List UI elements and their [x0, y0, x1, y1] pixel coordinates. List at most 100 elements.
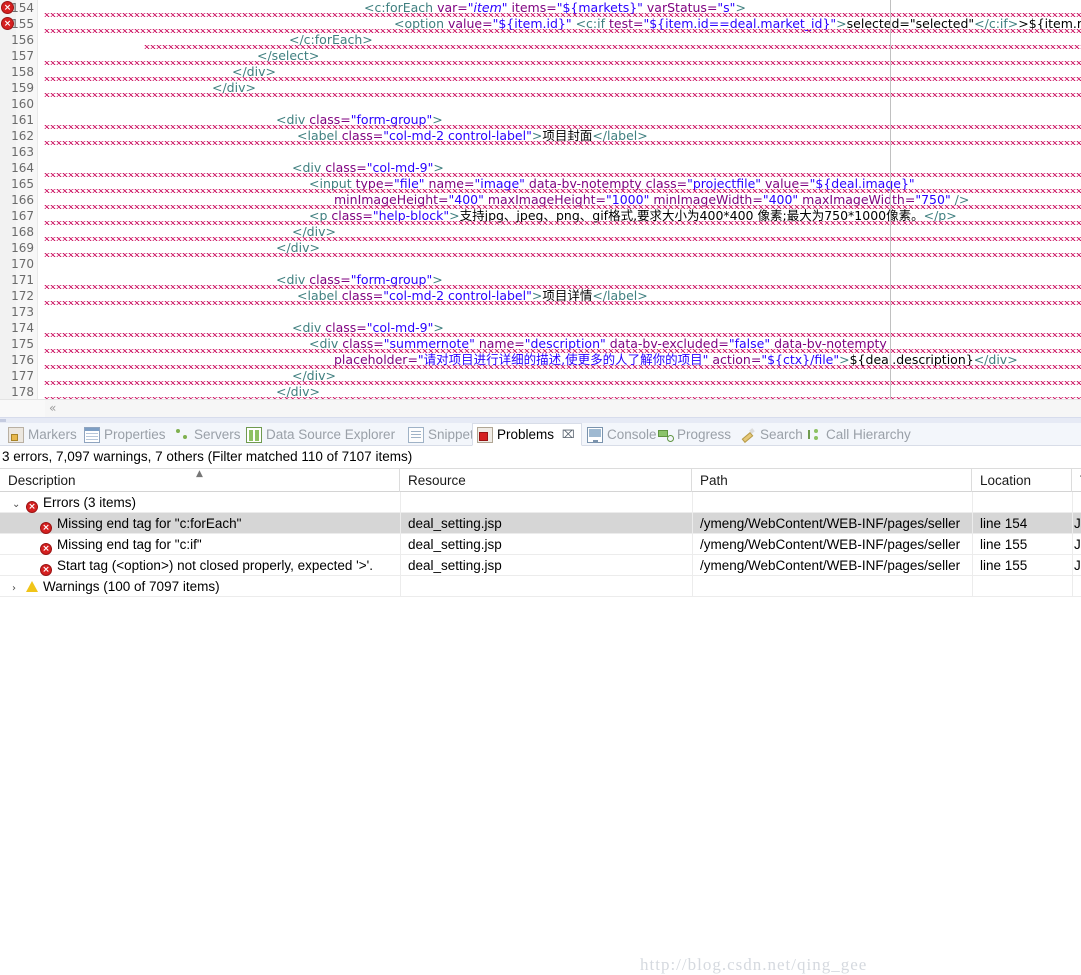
line-number: 178	[11, 385, 34, 399]
column-divider	[972, 492, 973, 513]
code-line[interactable]: × 154 <c:forEach var="item" items="${marke…	[0, 0, 1081, 17]
cell-type[interactable]	[1072, 576, 1081, 597]
cell-location[interactable]	[972, 492, 1072, 513]
code-lines[interactable]: × 154 <c:forEach var="item" items="${marke…	[0, 0, 1081, 399]
table-row[interactable]: × Missing end tag for "c:forEach" deal_set…	[0, 513, 1081, 534]
problems-table-header[interactable]: ▲ DescriptionResourcePathLocationTy	[0, 468, 1081, 492]
code-line[interactable]: 157 </select>	[0, 48, 1081, 65]
tab-problems[interactable]: Problems ⌧	[472, 423, 582, 446]
table-row[interactable]: × Start tag (<option>) not closed properl…	[0, 555, 1081, 576]
code-line[interactable]: 178 </div>	[0, 384, 1081, 399]
line-number: 173	[11, 305, 34, 319]
tab-servers[interactable]: Servers	[170, 423, 247, 446]
cell-description[interactable]: × Missing end tag for "c:forEach"	[0, 513, 400, 534]
code-line[interactable]: 172 <label class="col-md-2 control-label"…	[0, 288, 1081, 305]
line-number: 177	[11, 369, 34, 383]
cell-resource[interactable]: deal_setting.jsp	[400, 534, 692, 555]
code-line[interactable]: 175 <div class="summernote" name="descrip…	[0, 336, 1081, 353]
cell-resource[interactable]	[400, 576, 692, 597]
error-icon: ×	[40, 564, 52, 576]
cell-location[interactable]	[972, 576, 1072, 597]
expand-twisty-icon[interactable]: ›	[12, 578, 26, 597]
cell-description[interactable]: × Missing end tag for "c:if"	[0, 534, 400, 555]
tab-properties[interactable]: Properties	[80, 423, 172, 446]
tab-label: Data Source Explorer	[266, 427, 396, 442]
code-line[interactable]: 165 <input type="file" name="image" data-…	[0, 176, 1081, 193]
code-line[interactable]: 173	[0, 304, 1081, 320]
cell-description[interactable]: › Warnings (100 of 7097 items)	[0, 576, 400, 597]
cell-type[interactable]	[1072, 492, 1081, 513]
warning-icon	[26, 581, 38, 592]
markers-icon	[8, 426, 24, 443]
close-icon[interactable]: ⌧	[562, 423, 575, 446]
expand-twisty-icon[interactable]: ⌄	[12, 494, 26, 513]
code-line[interactable]: 160	[0, 96, 1081, 112]
cell-path[interactable]: /ymeng/WebContent/WEB-INF/pages/seller	[692, 555, 972, 576]
tab-progress[interactable]: Progress	[653, 423, 737, 446]
code-line[interactable]: 177 </div>	[0, 368, 1081, 385]
cell-path[interactable]	[692, 576, 972, 597]
code-line[interactable]: 161 <div class="form-group">	[0, 112, 1081, 129]
line-number: 171	[11, 273, 34, 287]
table-row[interactable]: › Warnings (100 of 7097 items)	[0, 576, 1081, 597]
cell-resource[interactable]	[400, 492, 692, 513]
cell-type[interactable]: JS	[1072, 555, 1081, 576]
code-line[interactable]: 169 </div>	[0, 240, 1081, 257]
cell-location[interactable]: line 154	[972, 513, 1072, 534]
tab-label: Markers	[28, 427, 77, 442]
code-line[interactable]: 162 <label class="col-md-2 control-label"…	[0, 128, 1081, 145]
column-divider	[1072, 555, 1073, 576]
code-line[interactable]: 174 <div class="col-md-9">	[0, 320, 1081, 337]
cell-type[interactable]: JS	[1072, 534, 1081, 555]
tab-data-source-explorer[interactable]: Data Source Explorer	[242, 423, 401, 446]
code-line[interactable]: 158 </div>	[0, 64, 1081, 81]
table-row[interactable]: × Missing end tag for "c:if" deal_setting.…	[0, 534, 1081, 555]
cell-path[interactable]: /ymeng/WebContent/WEB-INF/pages/seller	[692, 513, 972, 534]
code-line[interactable]: 170	[0, 256, 1081, 272]
cell-description[interactable]: ⌄ × Errors (3 items)	[0, 492, 400, 513]
code-line[interactable]: 176 placeholder="请对项目进行详细的描述,使更多的人了解你的项目"…	[0, 352, 1081, 369]
sash-grip[interactable]	[0, 419, 6, 422]
column-header-ty[interactable]: Ty	[1072, 469, 1081, 492]
tab-call-hierarchy[interactable]: Call Hierarchy	[802, 423, 917, 446]
code-line[interactable]: 171 <div class="form-group">	[0, 272, 1081, 289]
code-line[interactable]: 167 <p class="help-block">支持jpg、jpeg、png、…	[0, 208, 1081, 225]
call-hierarchy-icon	[806, 427, 822, 443]
cell-location[interactable]: line 155	[972, 534, 1072, 555]
column-divider	[692, 576, 693, 597]
tab-label: Call Hierarchy	[826, 427, 911, 442]
error-icon: ×	[26, 501, 38, 513]
line-number: 154	[11, 1, 34, 15]
cell-description[interactable]: × Start tag (<option>) not closed properl…	[0, 555, 400, 576]
problems-table-body[interactable]: ⌄ × Errors (3 items) × Missing end tag for "…	[0, 492, 1081, 597]
code-line[interactable]: × 155 <option value="${item.id}" <c:if tes…	[0, 16, 1081, 33]
cell-resource[interactable]: deal_setting.jsp	[400, 555, 692, 576]
tab-search[interactable]: Search	[736, 423, 809, 446]
table-row[interactable]: ⌄ × Errors (3 items)	[0, 492, 1081, 513]
cell-path[interactable]: /ymeng/WebContent/WEB-INF/pages/seller	[692, 534, 972, 555]
column-divider	[400, 555, 401, 576]
cell-resource[interactable]: deal_setting.jsp	[400, 513, 692, 534]
code-line[interactable]: 159 </div>	[0, 80, 1081, 97]
code-line[interactable]: 168 </div>	[0, 224, 1081, 241]
code-line[interactable]: 164 <div class="col-md-9">	[0, 160, 1081, 177]
column-header-path[interactable]: Path	[692, 469, 972, 492]
code-line[interactable]: 166 minImageHeight="400" maxImageHeight="…	[0, 192, 1081, 209]
code-line[interactable]: 163	[0, 144, 1081, 160]
column-header-description[interactable]: Description	[0, 469, 400, 492]
tab-label: Problems	[497, 427, 555, 442]
code-editor[interactable]: × 154 <c:forEach var="item" items="${marke…	[0, 0, 1081, 399]
line-number: 174	[11, 321, 34, 335]
chevron-left-icon[interactable]: «	[49, 400, 56, 417]
code-line[interactable]: 156 </c:forEach>	[0, 32, 1081, 49]
tab-markers[interactable]: Markers	[4, 423, 83, 446]
problems-table[interactable]: ▲ DescriptionResourcePathLocationTy ⌄×Er…	[0, 468, 1081, 597]
cell-path[interactable]	[692, 492, 972, 513]
column-header-resource[interactable]: Resource	[400, 469, 692, 492]
cell-type[interactable]: JS	[1072, 513, 1081, 534]
cell-location[interactable]: line 155	[972, 555, 1072, 576]
view-tab-bar: Markers Properties Servers Data Source Expl…	[0, 423, 1081, 446]
column-header-location[interactable]: Location	[972, 469, 1072, 492]
tab-console[interactable]: Console	[583, 423, 663, 446]
column-divider	[972, 576, 973, 597]
